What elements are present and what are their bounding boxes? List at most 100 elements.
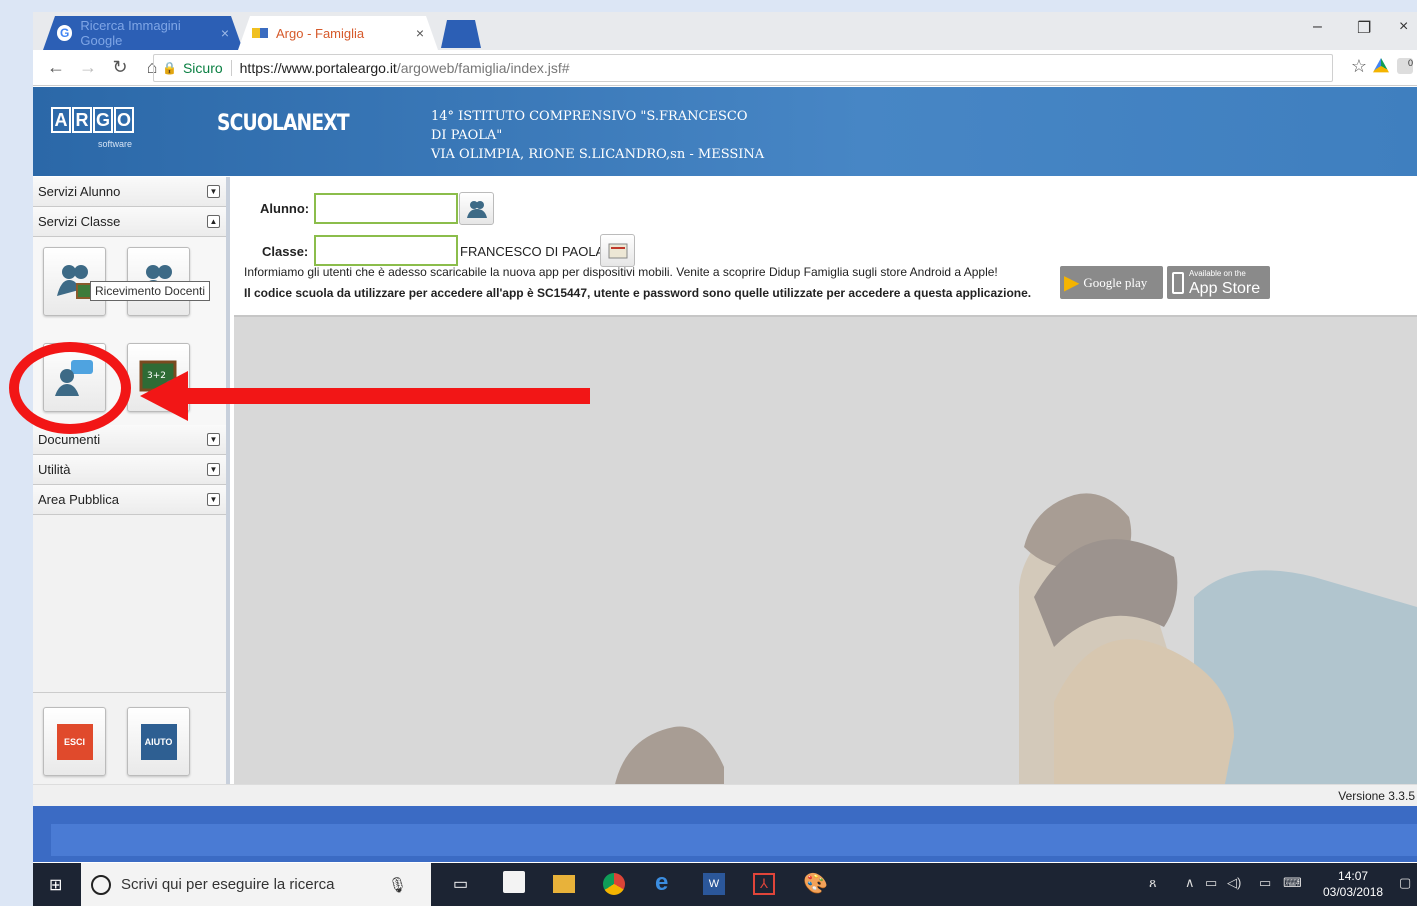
chrome-icon[interactable]: [603, 873, 625, 895]
notifications-icon[interactable]: ▢: [1399, 875, 1411, 891]
clock[interactable]: 14:07 03/03/2018: [1323, 868, 1383, 900]
url-input[interactable]: 🔒 Sicuro https://www.portaleargo.it/argo…: [153, 54, 1333, 82]
bookmark-star-icon[interactable]: ☆: [1351, 56, 1367, 77]
school-name-line2: DI PAOLA": [431, 128, 503, 143]
select-class-button[interactable]: [600, 234, 635, 267]
windows-taskbar: ⊞ Scrivi qui per eseguire la ricerca 🎙 ▭…: [33, 863, 1417, 906]
product-name: SCUOLANEXT: [217, 111, 350, 136]
close-tab-icon[interactable]: ×: [221, 25, 229, 41]
logo-letter: G: [93, 107, 113, 133]
tab-google-images[interactable]: G Ricerca Immagini Google ×: [43, 16, 243, 50]
info-message-line2: Il codice scuola da utilizzare per acced…: [244, 286, 1032, 300]
annotation-arrow-line: [180, 388, 590, 404]
logo-letter: A: [51, 107, 71, 133]
main-content: Alunno: Classe: FRANCESCO DI PAOLA Infor…: [234, 177, 1417, 789]
school-name-line1: 14° ISTITUTO COMPRENSIVO "S.FRANCESCO: [431, 109, 748, 124]
secure-label: Sicuro: [183, 60, 232, 76]
logo-subtitle: software: [98, 139, 133, 149]
clock-time: 14:07: [1338, 869, 1369, 883]
taskbar-search[interactable]: Scrivi qui per eseguire la ricerca 🎙: [81, 863, 431, 906]
tray-overflow-icon[interactable]: ∧: [1185, 875, 1195, 891]
annotation-circle: [9, 342, 131, 434]
edge-icon[interactable]: e: [655, 869, 668, 897]
expand-icon[interactable]: ▼: [207, 493, 220, 506]
blue-footer: [33, 806, 1417, 862]
search-placeholder: Scrivi qui per eseguire la ricerca: [121, 876, 335, 893]
google-play-badge[interactable]: ▶ Google play: [1060, 266, 1163, 299]
paint-icon[interactable]: 🎨: [803, 871, 828, 896]
battery-icon[interactable]: ▭: [1259, 875, 1271, 891]
classe-input[interactable]: [314, 235, 458, 266]
sidebar-bottom-buttons: ESCI AIUTO: [33, 692, 226, 789]
close-window-icon[interactable]: ×: [1399, 18, 1408, 36]
section-label: Documenti: [38, 432, 101, 447]
help-button[interactable]: AIUTO: [127, 707, 190, 776]
new-tab-button[interactable]: [441, 20, 481, 48]
select-student-button[interactable]: [459, 192, 494, 225]
url-path: /argoweb/famiglia/index.jsf#: [396, 60, 570, 76]
back-icon[interactable]: ←: [47, 57, 65, 78]
argo-favicon-icon: [252, 28, 268, 38]
version-text: Versione 3.3.5: [1338, 789, 1415, 803]
file-explorer-icon[interactable]: [553, 875, 575, 893]
exit-label: ESCI: [56, 723, 93, 760]
expand-icon[interactable]: ▼: [207, 463, 220, 476]
tooltip-ricevimento-docenti: Ricevimento Docenti: [90, 281, 211, 301]
sidebar-section-utilita[interactable]: Utilità ▼: [33, 455, 226, 485]
app-header: A R G O software SCUOLANEXT 14° ISTITUTO…: [33, 87, 1417, 176]
minimize-icon[interactable]: –: [1313, 18, 1322, 36]
volume-icon[interactable]: ◁): [1227, 875, 1241, 891]
sidebar-section-area-pubblica[interactable]: Area Pubblica ▼: [33, 485, 226, 515]
forward-icon[interactable]: →: [79, 57, 97, 78]
microphone-icon[interactable]: 🎙: [388, 876, 407, 894]
school-address: VIA OLIMPIA, RIONE S.LICANDRO,sn - MESSI…: [431, 147, 765, 162]
google-play-label: Google play: [1083, 274, 1148, 290]
tab-bar: G Ricerca Immagini Google × Argo - Famig…: [33, 12, 1417, 50]
class-list-icon: [608, 243, 627, 258]
version-bar: Versione 3.3.5: [33, 784, 1417, 806]
logo-letter: R: [72, 107, 92, 133]
sidebar: Servizi Alunno ▼ Servizi Classe ▲ 3+2 Do…: [33, 177, 230, 789]
sidebar-section-servizi-alunno[interactable]: Servizi Alunno ▼: [33, 177, 226, 207]
tab-label: Argo - Famiglia: [276, 25, 365, 41]
info-message-line1: Informiamo gli utenti che è adesso scari…: [244, 265, 998, 279]
search-form: Alunno: Classe: FRANCESCO DI PAOLA Infor…: [234, 177, 1417, 317]
classe-name-text: FRANCESCO DI PAOLA: [460, 244, 605, 259]
keyboard-icon[interactable]: ⌨: [1283, 875, 1302, 891]
extension-icon[interactable]: 0: [1397, 58, 1413, 74]
network-icon[interactable]: ▭: [1205, 875, 1217, 891]
url-host: https://www.portaleargo.it: [239, 60, 397, 76]
section-label: Servizi Classe: [38, 214, 121, 229]
alunno-input[interactable]: [314, 193, 458, 224]
help-label: AIUTO: [140, 723, 177, 760]
section-label: Utilità: [38, 462, 71, 477]
argo-logo: A R G O: [51, 107, 135, 133]
task-view-icon[interactable]: ▭: [453, 874, 468, 894]
clock-date: 03/03/2018: [1323, 885, 1384, 899]
exit-button[interactable]: ESCI: [43, 707, 106, 776]
tab-argo-famiglia[interactable]: Argo - Famiglia ×: [238, 16, 438, 50]
close-tab-icon[interactable]: ×: [416, 25, 424, 41]
word-icon[interactable]: W: [703, 873, 725, 895]
alunno-label: Alunno:: [260, 201, 310, 216]
google-icon: G: [57, 25, 73, 41]
store-icon[interactable]: [503, 871, 525, 893]
app-store-badge[interactable]: Available on the App Store: [1167, 266, 1270, 299]
address-bar: ← → ↻ ⌂ 🔒 Sicuro https://www.portaleargo…: [33, 50, 1417, 86]
section-label: Area Pubblica: [38, 492, 119, 507]
lock-icon: 🔒: [162, 61, 177, 75]
section-label: Servizi Alunno: [38, 184, 121, 199]
reload-icon[interactable]: ↻: [111, 57, 129, 78]
cortana-icon: [91, 874, 111, 895]
expand-icon[interactable]: ▼: [207, 433, 220, 446]
app-store-small-label: Available on the: [1189, 269, 1246, 278]
expand-icon[interactable]: ▼: [207, 185, 220, 198]
school-info: 14° ISTITUTO COMPRENSIVO "S.FRANCESCO DI…: [431, 107, 764, 164]
restore-icon[interactable]: ❐: [1357, 18, 1371, 38]
sidebar-section-servizi-classe[interactable]: Servizi Classe ▲: [33, 207, 226, 237]
windows-start-icon[interactable]: ⊞: [49, 875, 62, 895]
google-drive-icon[interactable]: [1373, 58, 1389, 73]
collapse-icon[interactable]: ▲: [207, 215, 220, 228]
acrobat-icon[interactable]: ⅄: [753, 873, 775, 895]
people-icon[interactable]: ጸ: [1149, 875, 1157, 891]
